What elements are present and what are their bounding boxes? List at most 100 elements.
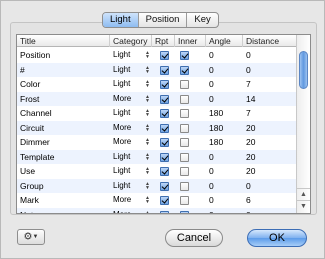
- inner-checkbox[interactable]: [180, 65, 189, 75]
- rpt-checkbox[interactable]: [160, 94, 169, 104]
- table-row[interactable]: Circuit More ▲ ▼ 180 20: [17, 120, 296, 136]
- column-header-category[interactable]: Category: [110, 35, 152, 47]
- cell-distance[interactable]: 0: [243, 179, 296, 194]
- ok-button[interactable]: OK: [247, 229, 307, 247]
- cell-angle[interactable]: 0: [206, 193, 243, 208]
- cell-category-popup[interactable]: More ▲▼: [110, 92, 152, 107]
- inner-checkbox[interactable]: [180, 167, 189, 176]
- table-row[interactable]: Frost More ▲ ▼ 0 14: [17, 91, 296, 107]
- cell-category-popup[interactable]: Light ▲ ▼: [110, 164, 152, 179]
- cell-distance[interactable]: 14: [243, 92, 296, 107]
- table-row[interactable]: Use Light ▲ ▼ 0 20: [17, 164, 296, 179]
- cell-distance[interactable]: 0: [243, 48, 296, 63]
- tab-position[interactable]: Position: [137, 13, 187, 27]
- popup-arrows-icon: ▲▼: [145, 79, 150, 89]
- column-header-title[interactable]: Title: [17, 35, 110, 47]
- vertical-scrollbar[interactable]: ▲ ▼: [296, 35, 310, 213]
- inner-checkbox[interactable]: [180, 196, 189, 205]
- cell-title: Circuit: [20, 122, 45, 133]
- popup-arrows-icon: ▲▼: [145, 93, 150, 104]
- table-row[interactable]: Dimmer More ▲ ▼ 180 20: [17, 135, 296, 150]
- cell-distance[interactable]: 7: [243, 106, 296, 121]
- column-header-rpt[interactable]: Rpt: [152, 35, 175, 47]
- cell-category-popup[interactable]: Light ▲ ▼: [110, 150, 152, 165]
- cell-distance[interactable]: 20: [243, 164, 296, 179]
- cell-angle[interactable]: 180: [206, 135, 243, 150]
- cell-angle[interactable]: 0: [206, 92, 243, 107]
- cell-category-popup[interactable]: Light ▲ ▼: [110, 48, 152, 63]
- table-row[interactable]: NoteMore ▲▼ 00: [17, 207, 296, 214]
- cell-title: Frost: [20, 93, 40, 104]
- cell-category-popup[interactable]: More ▲▼: [110, 193, 152, 208]
- rpt-checkbox[interactable]: [160, 51, 169, 60]
- rpt-checkbox[interactable]: [160, 210, 169, 213]
- inner-checkbox[interactable]: [180, 152, 189, 162]
- cell-angle[interactable]: 180: [206, 106, 243, 121]
- cell-angle[interactable]: 180: [206, 121, 243, 136]
- rpt-checkbox[interactable]: [160, 138, 169, 147]
- tab-light[interactable]: Light: [103, 13, 138, 27]
- table-row[interactable]: Position Light ▲ ▼ 0 0: [17, 48, 296, 63]
- cell-category-popup[interactable]: Light ▲ ▼: [110, 63, 152, 78]
- table-row[interactable]: Mark More ▲ ▼ 0 6: [17, 193, 296, 208]
- scroll-down-arrow[interactable]: ▼: [297, 200, 310, 212]
- gear-menu-button[interactable]: ⚙▼: [17, 229, 45, 245]
- rpt-checkbox[interactable]: [160, 65, 169, 75]
- rpt-checkbox[interactable]: [160, 109, 169, 118]
- category-value: Light: [113, 180, 131, 190]
- cell-category-popup[interactable]: More ▲▼: [110, 135, 152, 150]
- cell-distance[interactable]: 20: [243, 121, 296, 136]
- table-row[interactable]: Template Light ▲ ▼ 0 20: [17, 149, 296, 165]
- inner-checkbox[interactable]: [180, 123, 189, 133]
- rpt-checkbox[interactable]: [160, 181, 169, 191]
- chevron-down-icon: ▼: [32, 234, 39, 240]
- cell-category-popup[interactable]: Light ▲ ▼: [110, 106, 152, 121]
- cell-distance[interactable]: 0: [243, 208, 296, 214]
- cell-category-popup[interactable]: Light ▲ ▼: [110, 179, 152, 194]
- scroll-up-arrow[interactable]: ▲: [297, 188, 310, 200]
- cell-distance[interactable]: 7: [243, 77, 296, 92]
- cell-angle[interactable]: 0: [206, 63, 243, 78]
- category-value: Light: [113, 108, 131, 117]
- table-row[interactable]: # Light ▲ ▼ 0 0: [17, 62, 296, 78]
- table-row[interactable]: Group Light ▲ ▼ 0 0: [17, 178, 296, 194]
- cell-title: Note: [17, 208, 110, 214]
- cell-angle[interactable]: 0: [206, 77, 243, 92]
- cell-angle[interactable]: 0: [206, 150, 243, 165]
- label-table[interactable]: Title Category Rpt Inner Angle Distance …: [16, 34, 311, 214]
- inner-checkbox[interactable]: [180, 51, 189, 60]
- inner-checkbox[interactable]: [180, 94, 189, 104]
- cell-distance[interactable]: 20: [243, 150, 296, 165]
- rpt-checkbox[interactable]: [160, 196, 169, 205]
- cell-angle[interactable]: 0: [206, 48, 243, 63]
- category-value: More: [113, 209, 132, 214]
- cell-angle[interactable]: 0: [206, 164, 243, 179]
- inner-checkbox[interactable]: [180, 210, 189, 213]
- cell-category-popup[interactable]: More ▲▼: [110, 208, 152, 214]
- cell-title: Group: [20, 180, 44, 191]
- cell-title: Mark: [20, 195, 39, 205]
- cell-distance[interactable]: 0: [243, 63, 296, 78]
- inner-checkbox[interactable]: [180, 181, 189, 191]
- table-row[interactable]: Channel Light ▲ ▼ 180 7: [17, 106, 296, 121]
- rpt-checkbox[interactable]: [160, 167, 169, 176]
- inner-checkbox[interactable]: [180, 109, 189, 118]
- cell-category-popup[interactable]: More ▲▼: [110, 121, 152, 136]
- rpt-checkbox[interactable]: [160, 152, 169, 162]
- column-header-distance[interactable]: Distance: [243, 35, 296, 47]
- tab-key[interactable]: Key: [186, 13, 217, 27]
- cancel-button[interactable]: Cancel: [165, 229, 223, 247]
- table-row[interactable]: Color Light ▲ ▼ 0 7: [17, 77, 296, 92]
- rpt-checkbox[interactable]: [160, 80, 169, 89]
- cell-category-popup[interactable]: Light ▲ ▼: [110, 77, 152, 92]
- cell-angle[interactable]: 0: [206, 179, 243, 194]
- cell-distance[interactable]: 20: [243, 135, 296, 150]
- column-header-inner[interactable]: Inner: [175, 35, 206, 47]
- rpt-checkbox[interactable]: [160, 123, 169, 133]
- inner-checkbox[interactable]: [180, 138, 189, 147]
- scrollbar-thumb[interactable]: [299, 51, 308, 89]
- cell-angle[interactable]: 0: [206, 208, 243, 214]
- inner-checkbox[interactable]: [180, 80, 189, 89]
- column-header-angle[interactable]: Angle: [206, 35, 243, 47]
- cell-distance[interactable]: 6: [243, 193, 296, 208]
